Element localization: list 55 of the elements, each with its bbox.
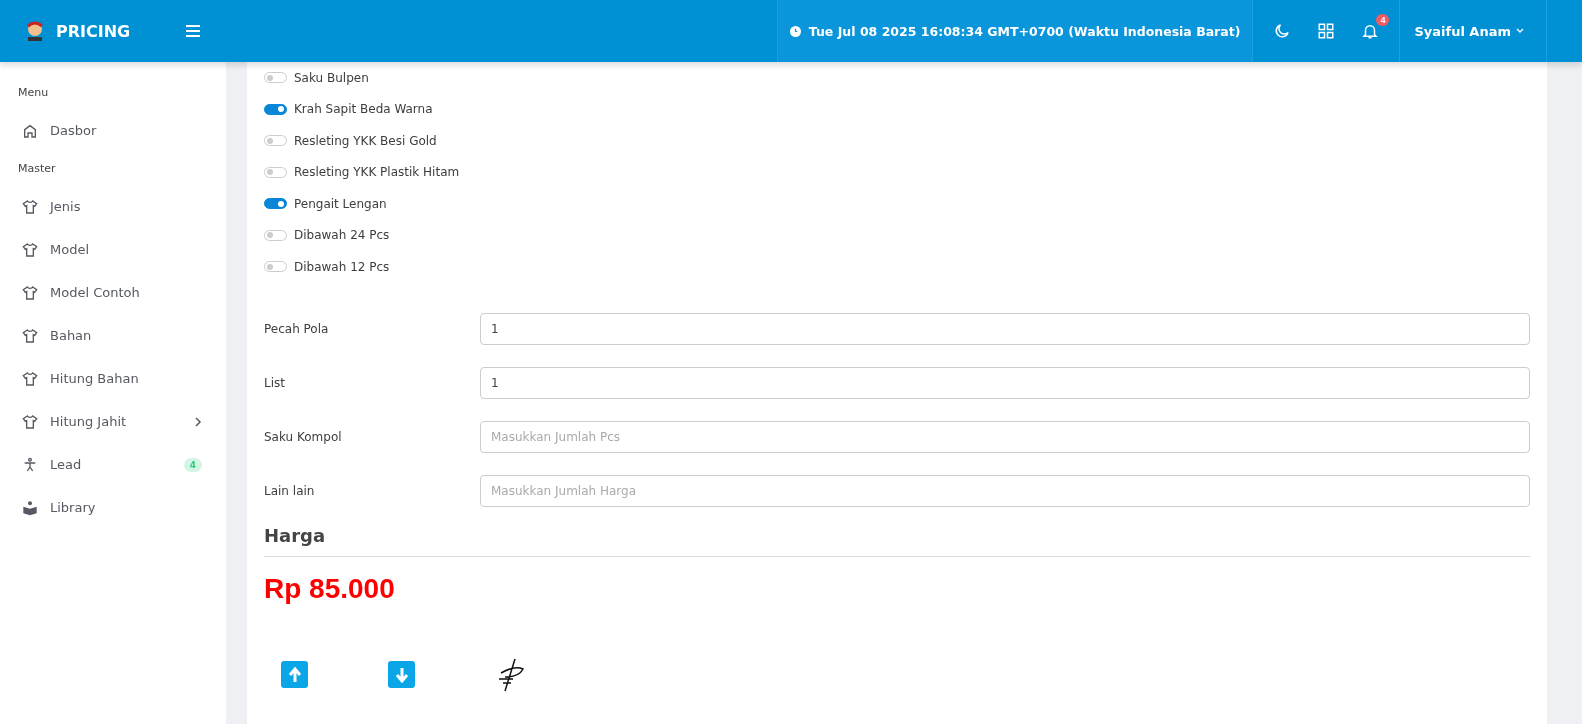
field-label: Saku Kompol — [264, 429, 343, 444]
section-heading: Harga — [264, 524, 1530, 557]
toggle-switch[interactable] — [264, 229, 287, 241]
option-label: Saku Bulpen — [294, 70, 369, 85]
input-field[interactable]: 1 — [480, 366, 1530, 399]
option-label: Krah Sapit Beda Warna — [294, 102, 433, 117]
sidebar-item[interactable]: Model — [0, 228, 226, 271]
toggle-switch[interactable] — [264, 103, 287, 115]
clock-icon — [789, 25, 801, 37]
field-label: List — [264, 375, 286, 390]
input-field[interactable]: Masukkan Jumlah Harga — [480, 474, 1530, 507]
sidebar-item[interactable]: Lead 4 — [0, 443, 226, 486]
option-label: Dibawah 24 Pcs — [294, 228, 390, 243]
price-text: Rp 85.000 — [264, 572, 396, 605]
arrow-down-icon — [394, 666, 409, 683]
toggle-switch[interactable] — [264, 166, 287, 178]
option-label: Dibawah 12 Pcs — [294, 259, 390, 274]
toggle-switch[interactable] — [264, 72, 287, 84]
shirt-icon — [22, 284, 38, 301]
option-label: Pengait Lengan — [294, 196, 387, 211]
input-field[interactable]: 1 — [480, 312, 1530, 345]
upload-button[interactable] — [281, 661, 308, 688]
option-label: Resleting YKK Plastik Hitam — [294, 165, 460, 180]
sidebar-item[interactable]: Jenis — [0, 185, 226, 228]
input-field[interactable]: Masukkan Jumlah Pcs — [480, 420, 1530, 453]
toggle-switch[interactable] — [264, 261, 287, 273]
bell-icon — [1361, 22, 1380, 40]
arrow-up-icon — [287, 666, 302, 683]
shirt-icon — [22, 370, 38, 387]
shirt-icon — [22, 241, 38, 258]
datetime-text: Tue Jul 08 2025 16:08:34 GMT+0700 (Waktu Indonesia Barat) — [808, 23, 1241, 39]
person-icon — [22, 456, 38, 473]
shirt-icon — [22, 327, 38, 344]
option-label: Resleting YKK Besi Gold — [294, 133, 437, 148]
shirt-icon — [22, 413, 38, 430]
field-label: Lain lain — [264, 483, 316, 498]
sidebar-item[interactable]: Model Contoh — [0, 271, 226, 314]
sidebar-item[interactable]: Hitung Jahit — [0, 400, 226, 443]
count-badge: 4 — [183, 457, 202, 472]
shirt-icon — [22, 198, 38, 215]
sidebar-item[interactable]: Bahan — [0, 314, 226, 357]
brand-title: PRICING — [56, 21, 131, 41]
notification-badge: 4 — [1376, 14, 1390, 26]
download-button[interactable] — [388, 661, 415, 688]
sidebar-item[interactable]: Dasbor — [0, 109, 226, 152]
section-title: Menu — [17, 85, 50, 101]
toggle-switch[interactable] — [264, 198, 287, 210]
toggle-switch[interactable] — [264, 135, 287, 147]
section-title: Master — [17, 161, 57, 177]
sidebar-item[interactable]: Library — [0, 486, 226, 529]
field-label: Pecah Pola — [264, 321, 330, 336]
caret-icon — [1516, 27, 1524, 35]
book-icon — [22, 499, 38, 516]
sidebar-item[interactable]: Hitung Bahan — [0, 357, 226, 400]
home-icon — [22, 122, 38, 139]
